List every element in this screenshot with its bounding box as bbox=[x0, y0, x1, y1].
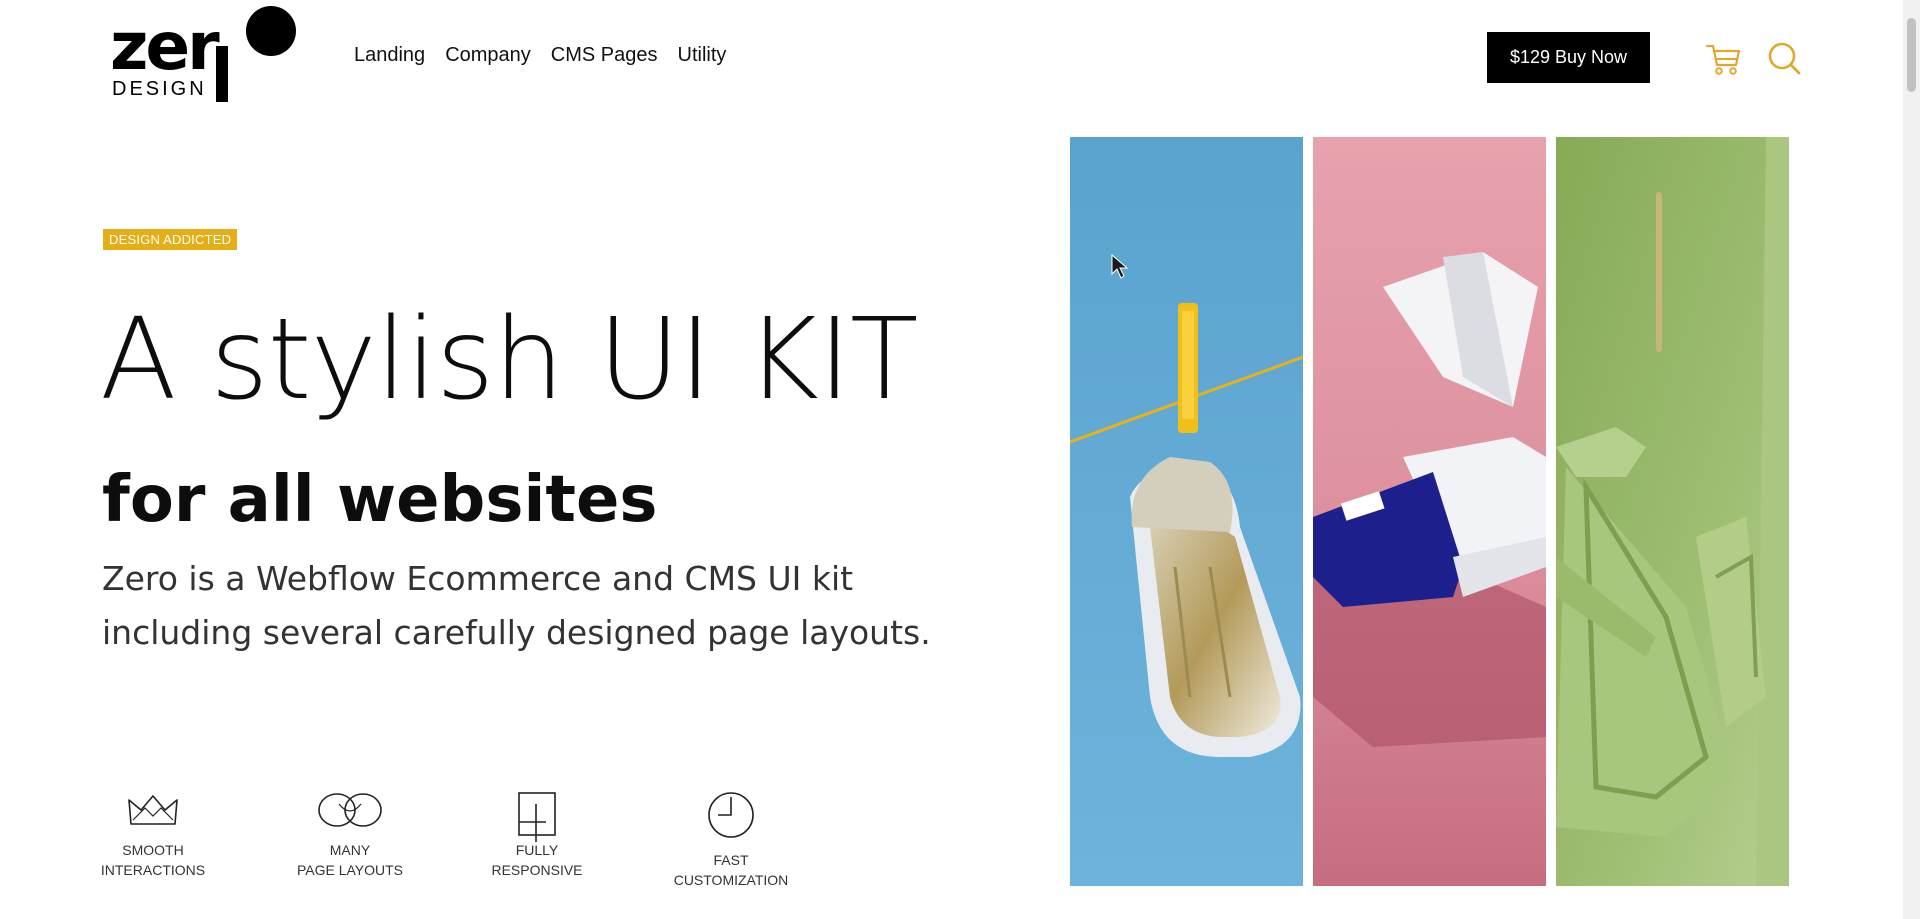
feature-label-line1: SMOOTH bbox=[122, 842, 184, 858]
hero-description: Zero is a Webflow Ecommerce and CMS UI k… bbox=[102, 559, 931, 652]
feature-smooth-interactions: SMOOTH INTERACTIONS bbox=[78, 790, 228, 880]
main-nav: Landing Company CMS Pages Utility bbox=[354, 44, 726, 67]
hero-title: A stylish UI KIT bbox=[100, 295, 918, 425]
scrollbar-thumb[interactable] bbox=[1907, 18, 1916, 92]
feature-label-line2: PAGE LAYOUTS bbox=[296, 862, 404, 878]
hero-image-paper-clip bbox=[1556, 137, 1789, 886]
mouse-cursor-icon bbox=[1111, 254, 1129, 279]
nav-cms-pages[interactable]: CMS Pages bbox=[551, 44, 658, 67]
logo-dot bbox=[246, 6, 296, 56]
clock-icon bbox=[708, 792, 754, 838]
feature-label-line2: CUSTOMIZATION bbox=[673, 872, 789, 888]
hero-image-tin-can bbox=[1070, 137, 1303, 886]
logo-stem bbox=[216, 46, 228, 102]
nav-landing[interactable]: Landing bbox=[354, 44, 425, 67]
feature-label-line2: RESPONSIVE bbox=[491, 862, 583, 878]
logo-subtitle: DESIGN bbox=[112, 78, 207, 100]
search-icon[interactable] bbox=[1764, 38, 1804, 78]
feature-fully-responsive: FULLY RESPONSIVE bbox=[462, 790, 612, 880]
nav-utility[interactable]: Utility bbox=[678, 44, 727, 67]
cart-icon[interactable] bbox=[1704, 38, 1744, 78]
logo-word: zer bbox=[110, 8, 220, 85]
feature-many-page-layouts: MANY PAGE LAYOUTS bbox=[275, 790, 425, 880]
nav-company[interactable]: Company bbox=[445, 44, 531, 67]
hero-subtitle: for all websites bbox=[102, 463, 658, 537]
feature-label-line1: MANY bbox=[329, 842, 371, 858]
feature-label-line1: FULLY bbox=[515, 842, 559, 858]
responsive-icon bbox=[518, 792, 556, 842]
buy-now-button[interactable]: $129 Buy Now bbox=[1487, 32, 1650, 83]
badge-design-addicted: DESIGN ADDICTED bbox=[103, 229, 238, 250]
feature-label-line1: FAST bbox=[713, 852, 749, 868]
logo[interactable]: zer DESIGN bbox=[110, 6, 300, 102]
infinity-icon bbox=[318, 793, 382, 827]
page-scrollbar[interactable] bbox=[1903, 0, 1920, 919]
crown-icon bbox=[128, 795, 178, 825]
feature-label-line2: INTERACTIONS bbox=[100, 862, 206, 878]
hero-image-paper-book bbox=[1313, 137, 1546, 886]
feature-fast-customization: FAST CUSTOMIZATION bbox=[656, 790, 806, 890]
